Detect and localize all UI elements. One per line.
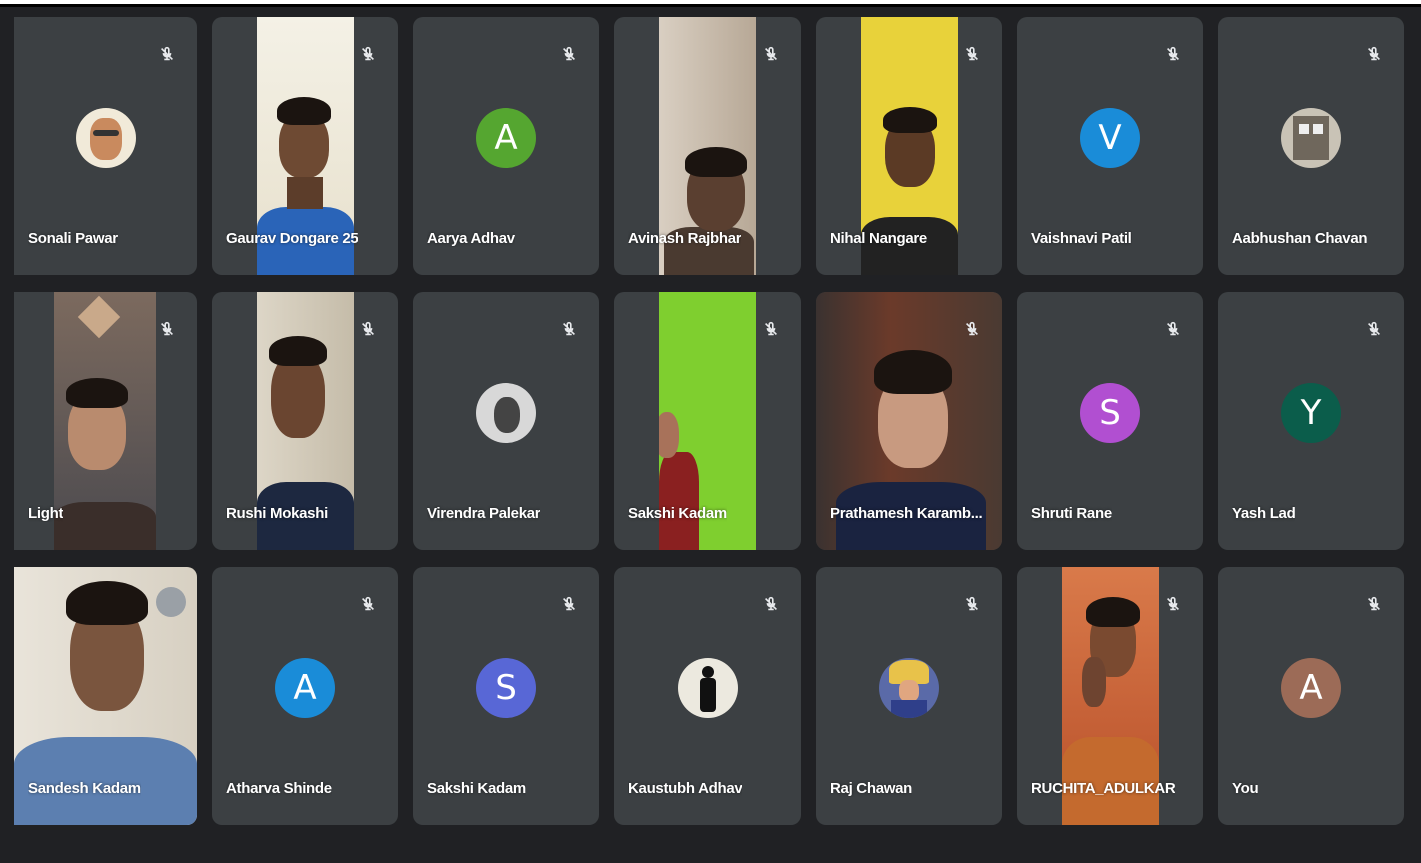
mic-off-icon [358, 320, 378, 342]
participant-name: Gaurav Dongare 25 [226, 230, 359, 247]
mic-off-icon [1364, 45, 1384, 67]
mic-off-icon [1364, 595, 1384, 617]
video-feed [54, 292, 156, 550]
participant-name: Sakshi Kadam [628, 505, 727, 522]
letter-avatar: V [1080, 108, 1140, 168]
participant-name: Light [28, 505, 64, 522]
participant-name: Rushi Mokashi [226, 505, 328, 522]
participant-name: Sonali Pawar [28, 230, 118, 247]
participant-name: Prathamesh Karamb... [830, 505, 983, 522]
mic-off-icon [962, 45, 982, 67]
profile-photo [677, 658, 738, 718]
participant-name: Nihal Nangare [830, 230, 927, 247]
mic-off-icon [1364, 320, 1384, 342]
participant-tile-virendra-palekar[interactable]: Virendra Palekar [413, 292, 599, 550]
mic-off-icon [1163, 45, 1183, 67]
participant-tile-atharva-shinde[interactable]: A Atharva Shinde [212, 567, 398, 825]
mic-off-icon [761, 595, 781, 617]
mic-off-icon [962, 595, 982, 617]
mic-off-icon [559, 45, 579, 67]
participant-tile-sakshi-kadam-video[interactable]: Sakshi Kadam [614, 292, 801, 550]
letter-avatar: Y [1281, 383, 1341, 443]
profile-photo [476, 383, 536, 443]
participant-name: Sandesh Kadam [28, 780, 141, 797]
mic-off-icon [559, 320, 579, 342]
mic-off-icon [1163, 320, 1183, 342]
participant-tile-nihal-nangare[interactable]: Nihal Nangare [816, 17, 1002, 275]
participant-tile-sakshi-kadam[interactable]: S Sakshi Kadam [413, 567, 599, 825]
participant-tile-sandesh-kadam[interactable]: Sandesh Kadam [14, 567, 197, 825]
profile-photo [879, 658, 939, 718]
participant-name: Avinash Rajbhar [628, 230, 742, 247]
participant-name: Kaustubh Adhav [628, 780, 743, 797]
participant-name: Yash Lad [1232, 505, 1296, 522]
participant-name: RUCHITA_ADULKAR [1031, 780, 1176, 797]
participant-name: You [1232, 780, 1259, 797]
participant-tile-light[interactable]: Light [14, 292, 197, 550]
mic-off-icon [358, 45, 378, 67]
participant-name: Virendra Palekar [427, 505, 541, 522]
letter-avatar: A [476, 108, 536, 168]
participant-tile-sonali-pawar[interactable]: Sonali Pawar [14, 17, 197, 275]
participant-tile-aarya-adhav[interactable]: A Aarya Adhav [413, 17, 599, 275]
mic-off-icon [962, 320, 982, 342]
participant-grid: Sonali Pawar Gaurav Dongare 25 A Aarya A… [14, 17, 1404, 825]
participant-name: Sakshi Kadam [427, 780, 526, 797]
meeting-stage: Sonali Pawar Gaurav Dongare 25 A Aarya A… [0, 4, 1421, 863]
participant-name: Vaishnavi Patil [1031, 230, 1132, 247]
participant-tile-you[interactable]: A You [1218, 567, 1404, 825]
mic-off-icon [761, 45, 781, 67]
profile-photo [1281, 108, 1341, 168]
participant-tile-kaustubh-adhav[interactable]: Kaustubh Adhav [614, 567, 801, 825]
letter-avatar: S [1080, 383, 1140, 443]
profile-photo [75, 108, 136, 168]
participant-name: Raj Chawan [830, 780, 913, 797]
participant-tile-ruchita-adulkar[interactable]: RUCHITA_ADULKAR [1017, 567, 1203, 825]
participant-tile-yash-lad[interactable]: Y Yash Lad [1218, 292, 1404, 550]
participant-tile-gaurav-dongare[interactable]: Gaurav Dongare 25 [212, 17, 398, 275]
participant-name: Aabhushan Chavan [1232, 230, 1368, 247]
letter-avatar: A [1281, 658, 1341, 718]
mic-off-icon [157, 45, 177, 67]
participant-name: Aarya Adhav [427, 230, 515, 247]
mic-off-icon [157, 320, 177, 342]
participant-tile-rushi-mokashi[interactable]: Rushi Mokashi [212, 292, 398, 550]
participant-tile-vaishnavi-patil[interactable]: V Vaishnavi Patil [1017, 17, 1203, 275]
mic-off-icon [559, 595, 579, 617]
mic-off-icon [761, 320, 781, 342]
participant-tile-avinash-rajbhar[interactable]: Avinash Rajbhar [614, 17, 801, 275]
participant-tile-prathamesh[interactable]: Prathamesh Karamb... [816, 292, 1002, 550]
mic-off-icon [1163, 595, 1183, 617]
mic-off-icon [358, 595, 378, 617]
participant-tile-shruti-rane[interactable]: S Shruti Rane [1017, 292, 1203, 550]
participant-name: Shruti Rane [1031, 505, 1112, 522]
participant-tile-aabhushan-chavan[interactable]: Aabhushan Chavan [1218, 17, 1404, 275]
participant-tile-raj-chawan[interactable]: Raj Chawan [816, 567, 1002, 825]
participant-name: Atharva Shinde [226, 780, 332, 797]
letter-avatar: S [476, 658, 536, 718]
letter-avatar: A [275, 658, 335, 718]
